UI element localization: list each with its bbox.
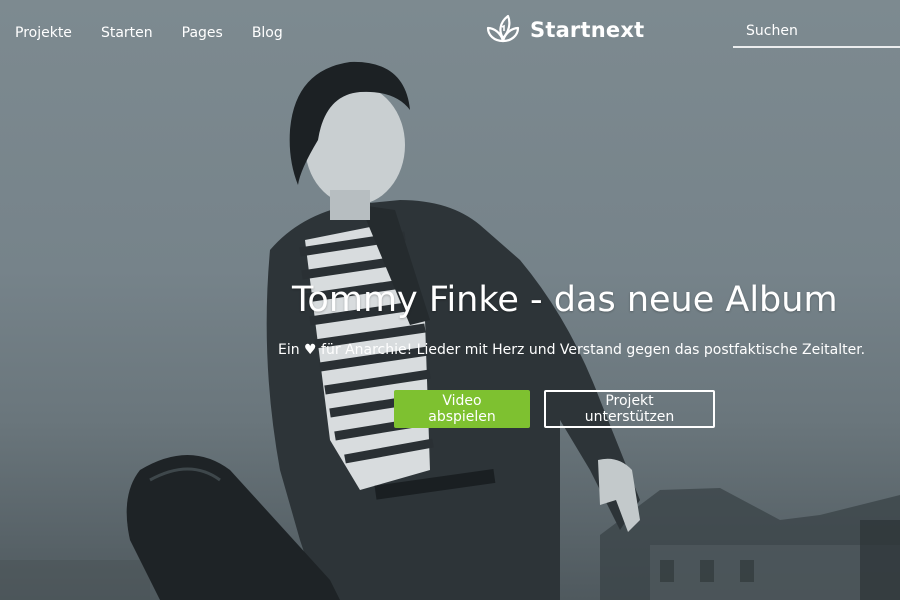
nav-item-starten[interactable]: Starten — [101, 24, 153, 42]
play-video-button[interactable]: Video abspielen — [394, 390, 530, 428]
nav-item-blog[interactable]: Blog — [252, 24, 283, 42]
support-project-button[interactable]: Projekt unterstützen — [544, 390, 715, 428]
leaf-logo-icon — [484, 11, 522, 49]
search-input[interactable] — [733, 18, 900, 44]
top-navigation: Projekte Starten Pages Blog Startnext — [0, 0, 900, 64]
main-nav: Projekte Starten Pages Blog — [15, 24, 312, 42]
brand-logo-link[interactable]: Startnext — [484, 10, 644, 50]
hero-subtitle: Ein ♥ für Anarchie! Lieder mit Herz und … — [278, 342, 866, 358]
search-box — [733, 18, 900, 48]
nav-item-pages[interactable]: Pages — [182, 24, 223, 42]
hero-actions: Video abspielen Projekt unterstützen — [394, 390, 715, 428]
nav-item-projekte[interactable]: Projekte — [15, 24, 72, 42]
hero-title: Tommy Finke - das neue Album — [292, 280, 838, 320]
brand-name: Startnext — [530, 18, 645, 42]
